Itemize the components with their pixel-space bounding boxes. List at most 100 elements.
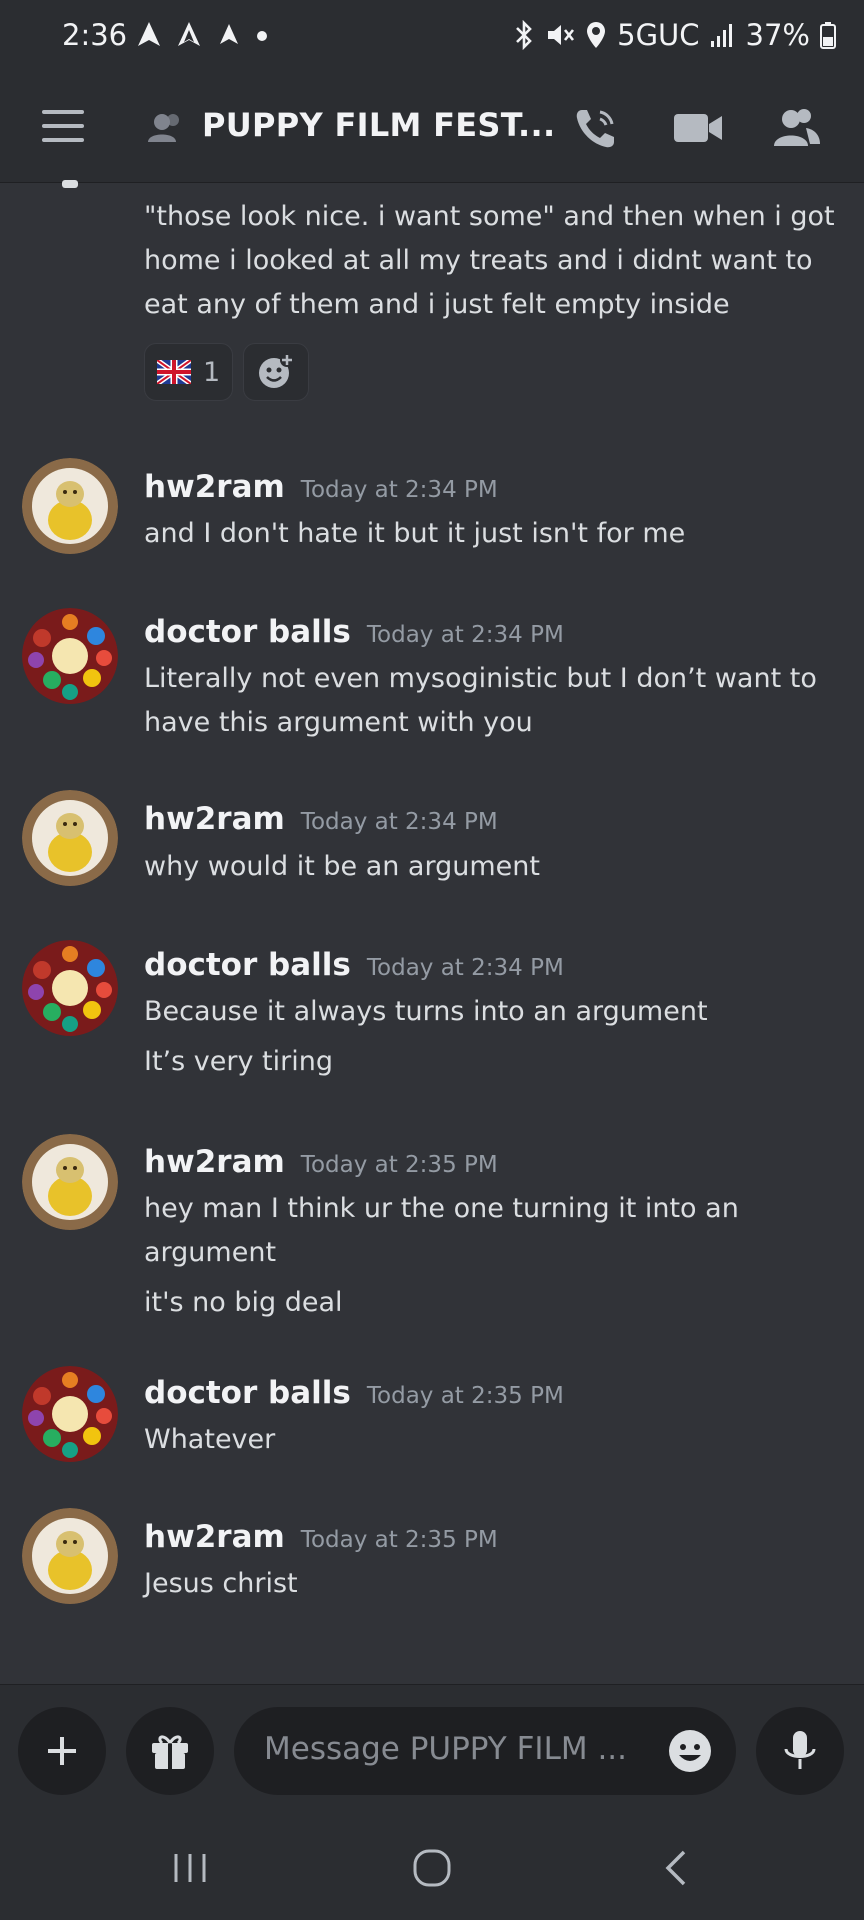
navigation-arrow-icon	[220, 24, 238, 44]
message-timestamp: Today at 2:34 PM	[366, 955, 564, 981]
avatar[interactable]	[22, 1134, 118, 1230]
reaction-pill[interactable]: 1	[144, 343, 234, 401]
message-timestamp: Today at 2:34 PM	[300, 477, 498, 503]
author-name[interactable]: doctor balls	[144, 614, 351, 650]
message-content: Literally not even mysoginistic but I do…	[144, 657, 817, 745]
author-name[interactable]: hw2ram	[144, 1519, 285, 1555]
author-name[interactable]: hw2ram	[144, 469, 285, 505]
avatar-image	[22, 790, 118, 886]
microphone-icon	[784, 1731, 816, 1769]
voice-message-button[interactable]	[756, 1707, 844, 1795]
channel-title[interactable]: PUPPY FILM FEST...	[202, 106, 555, 144]
battery-percent: 37%	[745, 18, 810, 52]
message-content: Because it always turns into an argument…	[144, 990, 708, 1084]
back-icon[interactable]	[656, 1846, 696, 1890]
mute-icon	[548, 25, 575, 45]
message-author[interactable]: doctor balls Today at 2:34 PM	[144, 614, 564, 650]
message-line: hey man I think ur the one turning it in…	[144, 1193, 739, 1224]
author-name[interactable]: doctor balls	[144, 1375, 351, 1411]
status-bar: 2:36 5GUC 37%	[0, 0, 864, 72]
avatar[interactable]	[22, 608, 118, 704]
message-author[interactable]: hw2ram Today at 2:35 PM	[144, 1144, 498, 1180]
author-name[interactable]: doctor balls	[144, 947, 351, 983]
message-line: and I don't hate it but it just isn't fo…	[144, 518, 686, 549]
message-line: it's no big deal	[144, 1287, 343, 1318]
notification-icons	[136, 20, 268, 48]
message-timestamp: Today at 2:35 PM	[300, 1152, 498, 1178]
attach-button[interactable]	[18, 1707, 106, 1795]
message-line: home i looked at all my treats and i did…	[144, 245, 813, 276]
message-line: have this argument with you	[144, 707, 533, 738]
avatar-image	[22, 608, 118, 704]
add-reaction-icon	[259, 353, 295, 388]
location-icon	[587, 22, 606, 48]
emoji-icon[interactable]	[666, 1727, 714, 1775]
avatar[interactable]	[22, 1508, 118, 1604]
reaction-count: 1	[203, 356, 221, 388]
message-content: "those look nice. i want some" and then …	[144, 195, 835, 327]
navigation-arrow-icon	[178, 22, 200, 46]
avatar-image	[22, 1508, 118, 1604]
channel-header: PUPPY FILM FEST...	[0, 72, 864, 183]
message-timestamp: Today at 2:35 PM	[366, 1383, 564, 1409]
gift-icon	[152, 1735, 188, 1769]
message-author[interactable]: doctor balls Today at 2:35 PM	[144, 1375, 564, 1411]
reactions: 1	[144, 343, 310, 401]
author-name[interactable]: hw2ram	[144, 801, 285, 837]
message-input[interactable]: Message PUPPY FILM ...	[234, 1707, 736, 1795]
message-content: hey man I think ur the one turning it in…	[144, 1187, 739, 1325]
avatar[interactable]	[22, 1366, 118, 1462]
message-line: Jesus christ	[144, 1568, 298, 1599]
message-line: argument	[144, 1237, 277, 1268]
message-line: eat any of them and i just felt empty in…	[144, 289, 730, 320]
plus-icon	[48, 1737, 76, 1765]
navigation-arrow-icon	[138, 22, 160, 46]
message-line: It’s very tiring	[144, 1046, 333, 1077]
recent-apps-icon[interactable]	[170, 1848, 210, 1888]
message-line: Whatever	[144, 1424, 276, 1455]
status-right: 5GUC 37%	[513, 18, 836, 52]
message-timestamp: Today at 2:34 PM	[366, 622, 564, 648]
message-input-placeholder: Message PUPPY FILM ...	[264, 1731, 628, 1767]
members-icon[interactable]	[770, 102, 822, 154]
avatar-image	[22, 458, 118, 554]
add-reaction-button[interactable]	[243, 343, 310, 401]
message-author[interactable]: hw2ram Today at 2:34 PM	[144, 469, 498, 505]
network-type: 5GUC	[617, 18, 700, 52]
message-line: Literally not even mysoginistic but I do…	[144, 663, 817, 694]
avatar-image	[22, 1366, 118, 1462]
avatar	[62, 180, 78, 188]
system-nav-bar	[0, 1814, 864, 1920]
avatar-image	[22, 940, 118, 1036]
message-timestamp: Today at 2:34 PM	[300, 809, 498, 835]
group-dm-icon	[148, 114, 179, 142]
message-author[interactable]: hw2ram Today at 2:35 PM	[144, 1519, 498, 1555]
flag-gb-icon	[157, 360, 191, 384]
avatar[interactable]	[22, 940, 118, 1036]
battery-icon	[820, 22, 836, 49]
message-line: Because it always turns into an argument	[144, 996, 708, 1027]
message-content: why would it be an argument	[144, 845, 540, 889]
message-content: Jesus christ	[144, 1562, 298, 1606]
dot-icon	[257, 31, 267, 41]
home-icon[interactable]	[410, 1846, 454, 1890]
message-line: why would it be an argument	[144, 851, 540, 882]
avatar-image	[22, 1134, 118, 1230]
message-composer: Message PUPPY FILM ...	[0, 1684, 864, 1815]
video-call-icon[interactable]	[672, 102, 724, 154]
gift-button[interactable]	[126, 1707, 214, 1795]
voice-call-icon[interactable]	[570, 102, 622, 154]
message-line: "those look nice. i want some" and then …	[144, 201, 835, 232]
message-author[interactable]: hw2ram Today at 2:34 PM	[144, 801, 498, 837]
status-time: 2:36	[62, 18, 128, 52]
avatar[interactable]	[22, 458, 118, 554]
message-content: and I don't hate it but it just isn't fo…	[144, 512, 685, 556]
signal-icon	[710, 24, 732, 47]
message-timestamp: Today at 2:35 PM	[300, 1527, 498, 1553]
message-content: Whatever	[144, 1418, 275, 1462]
menu-icon[interactable]	[42, 110, 84, 142]
bluetooth-icon	[516, 20, 532, 50]
avatar[interactable]	[22, 790, 118, 886]
author-name[interactable]: hw2ram	[144, 1144, 285, 1180]
message-author[interactable]: doctor balls Today at 2:34 PM	[144, 947, 564, 983]
